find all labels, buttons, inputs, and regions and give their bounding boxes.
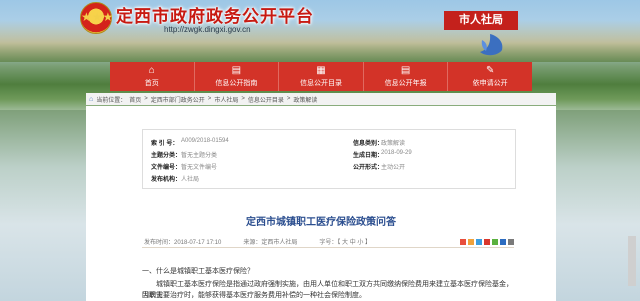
guide-icon: ▤ <box>231 64 242 76</box>
meta-publisher-label: 发布机构： <box>151 177 182 183</box>
meta-fileno-label: 文件编号： <box>151 165 182 171</box>
breadcrumb: ⌂ 当前位置： 首页 > 定西市部门政务公开 > 市人社局 > 信息公开目录 >… <box>86 93 556 105</box>
meta-fileno-value: 暂无文件编号 <box>181 165 218 171</box>
breadcrumb-separator: > <box>207 96 212 102</box>
content-panel: 索 引 号： A009/2018-01594 信息类别： 政策解读 主题分类： … <box>86 106 556 301</box>
meta-mode-label: 公开形式： <box>353 165 384 171</box>
share-qq-icon[interactable] <box>476 238 482 245</box>
article-info-bar: 发布时间：2018-07-17 17:10 来源：定西市人社局 字号：【 大 中… <box>144 237 514 246</box>
emblem-stars: ★★★ <box>81 10 114 24</box>
share-wechat-icon[interactable] <box>492 238 498 245</box>
nav-item-label: 首页 <box>144 79 159 87</box>
share-icons <box>460 238 514 245</box>
nav-item-apply[interactable]: ✎ 依申请公开 <box>448 62 532 91</box>
share-renren-icon[interactable] <box>500 238 506 245</box>
article-title: 定西市城镇职工医疗保险政策问答 <box>246 217 396 228</box>
nav-item-home[interactable]: ⌂ 首页 <box>110 62 195 91</box>
meta-row: 文件编号： 暂无文件编号 公开形式： 主动公开 <box>143 162 515 173</box>
meta-category-value: 政策解读 <box>381 141 406 147</box>
site-url[interactable]: http://zwgk.dingxi.gov.cn <box>164 25 251 34</box>
breadcrumb-item-home[interactable]: 首页 <box>129 95 141 104</box>
meta-row: 索 引 号： A009/2018-01594 信息类别： 政策解读 <box>143 138 515 149</box>
nav-item-label: 信息公开年报 <box>384 79 427 87</box>
location-home-icon: ⌂ <box>89 95 94 103</box>
share-qzone-icon[interactable] <box>468 238 474 245</box>
site-header: ★★★ 定西市政府政务公开平台 http://zwgk.dingxi.gov.c… <box>0 0 640 62</box>
nav-item-catalog[interactable]: ▦ 信息公开目录 <box>279 62 364 91</box>
main-nav: ⌂ 首页 ▤ 信息公开指南 ▦ 信息公开目录 ▤ 信息公开年报 ✎ 依申请公开 <box>110 62 532 91</box>
national-emblem-icon: ★★★ <box>80 2 114 34</box>
document-meta-table: 索 引 号： A009/2018-01594 信息类别： 政策解读 主题分类： … <box>142 129 516 189</box>
department-logo-icon <box>480 34 503 56</box>
breadcrumb-item-dept[interactable]: 市人社局 <box>214 95 238 104</box>
nav-item-annual-report[interactable]: ▤ 信息公开年报 <box>364 62 449 91</box>
catalog-icon: ▦ <box>316 64 326 76</box>
nav-item-label: 信息公开目录 <box>299 79 342 87</box>
breadcrumb-item-catalog[interactable]: 信息公开目录 <box>248 95 284 104</box>
divider <box>142 247 514 248</box>
site-title[interactable]: 定西市政府政务公开平台 <box>116 2 314 27</box>
nav-item-label: 依申请公开 <box>472 79 508 87</box>
question-heading: 一、什么是城镇职工基本医疗保险？ <box>142 268 254 275</box>
breadcrumb-prefix: 当前位置： <box>96 97 127 104</box>
breadcrumb-item-policy[interactable]: 政策解读 <box>293 95 317 104</box>
meta-row: 发布机构： 人社局 <box>143 174 515 185</box>
meta-index-value: A009/2018-01594 <box>181 138 229 144</box>
share-tencent-weibo-icon[interactable] <box>484 238 490 245</box>
article-source: 来源：定西市人社局 <box>243 240 298 246</box>
home-icon: ⌂ <box>148 64 155 76</box>
report-icon: ▤ <box>400 64 411 76</box>
breadcrumb-separator: > <box>286 96 291 102</box>
meta-date-value: 2018-09-29 <box>381 150 412 156</box>
department-badge[interactable]: 市人社局 <box>444 11 518 30</box>
share-more-icon[interactable] <box>508 238 514 245</box>
meta-theme-label: 主题分类： <box>151 153 182 159</box>
nav-item-guide[interactable]: ▤ 信息公开指南 <box>195 62 280 91</box>
meta-index-label: 索 引 号： <box>151 141 179 147</box>
font-size-switcher[interactable]: 字号：【 大 中 小 】 <box>319 237 371 246</box>
publish-time: 发布时间：2018-07-17 17:10 <box>144 240 222 246</box>
meta-publisher-value: 人社局 <box>181 177 200 183</box>
share-weibo-icon[interactable] <box>460 238 466 245</box>
page-scrollbar[interactable] <box>628 236 636 286</box>
meta-category-label: 信息类别： <box>353 141 384 147</box>
meta-date-label: 生成日期： <box>353 153 384 159</box>
meta-row: 主题分类： 暂无主题分类 生成日期： 2018-09-29 <box>143 150 515 161</box>
breadcrumb-separator: > <box>144 96 148 102</box>
nav-item-label: 信息公开指南 <box>215 79 258 87</box>
meta-mode-value: 主动公开 <box>381 165 406 171</box>
meta-theme-value: 暂无主题分类 <box>181 153 218 159</box>
apply-icon: ✎ <box>485 64 495 76</box>
breadcrumb-item-dept-disclosure[interactable]: 定西市部门政务公开 <box>151 95 205 104</box>
breadcrumb-separator: > <box>241 96 245 102</box>
answer-line-2: 因病需要治疗时，能够获得基本医疗服务费用补偿的一种社会保险制度。 <box>142 292 366 299</box>
